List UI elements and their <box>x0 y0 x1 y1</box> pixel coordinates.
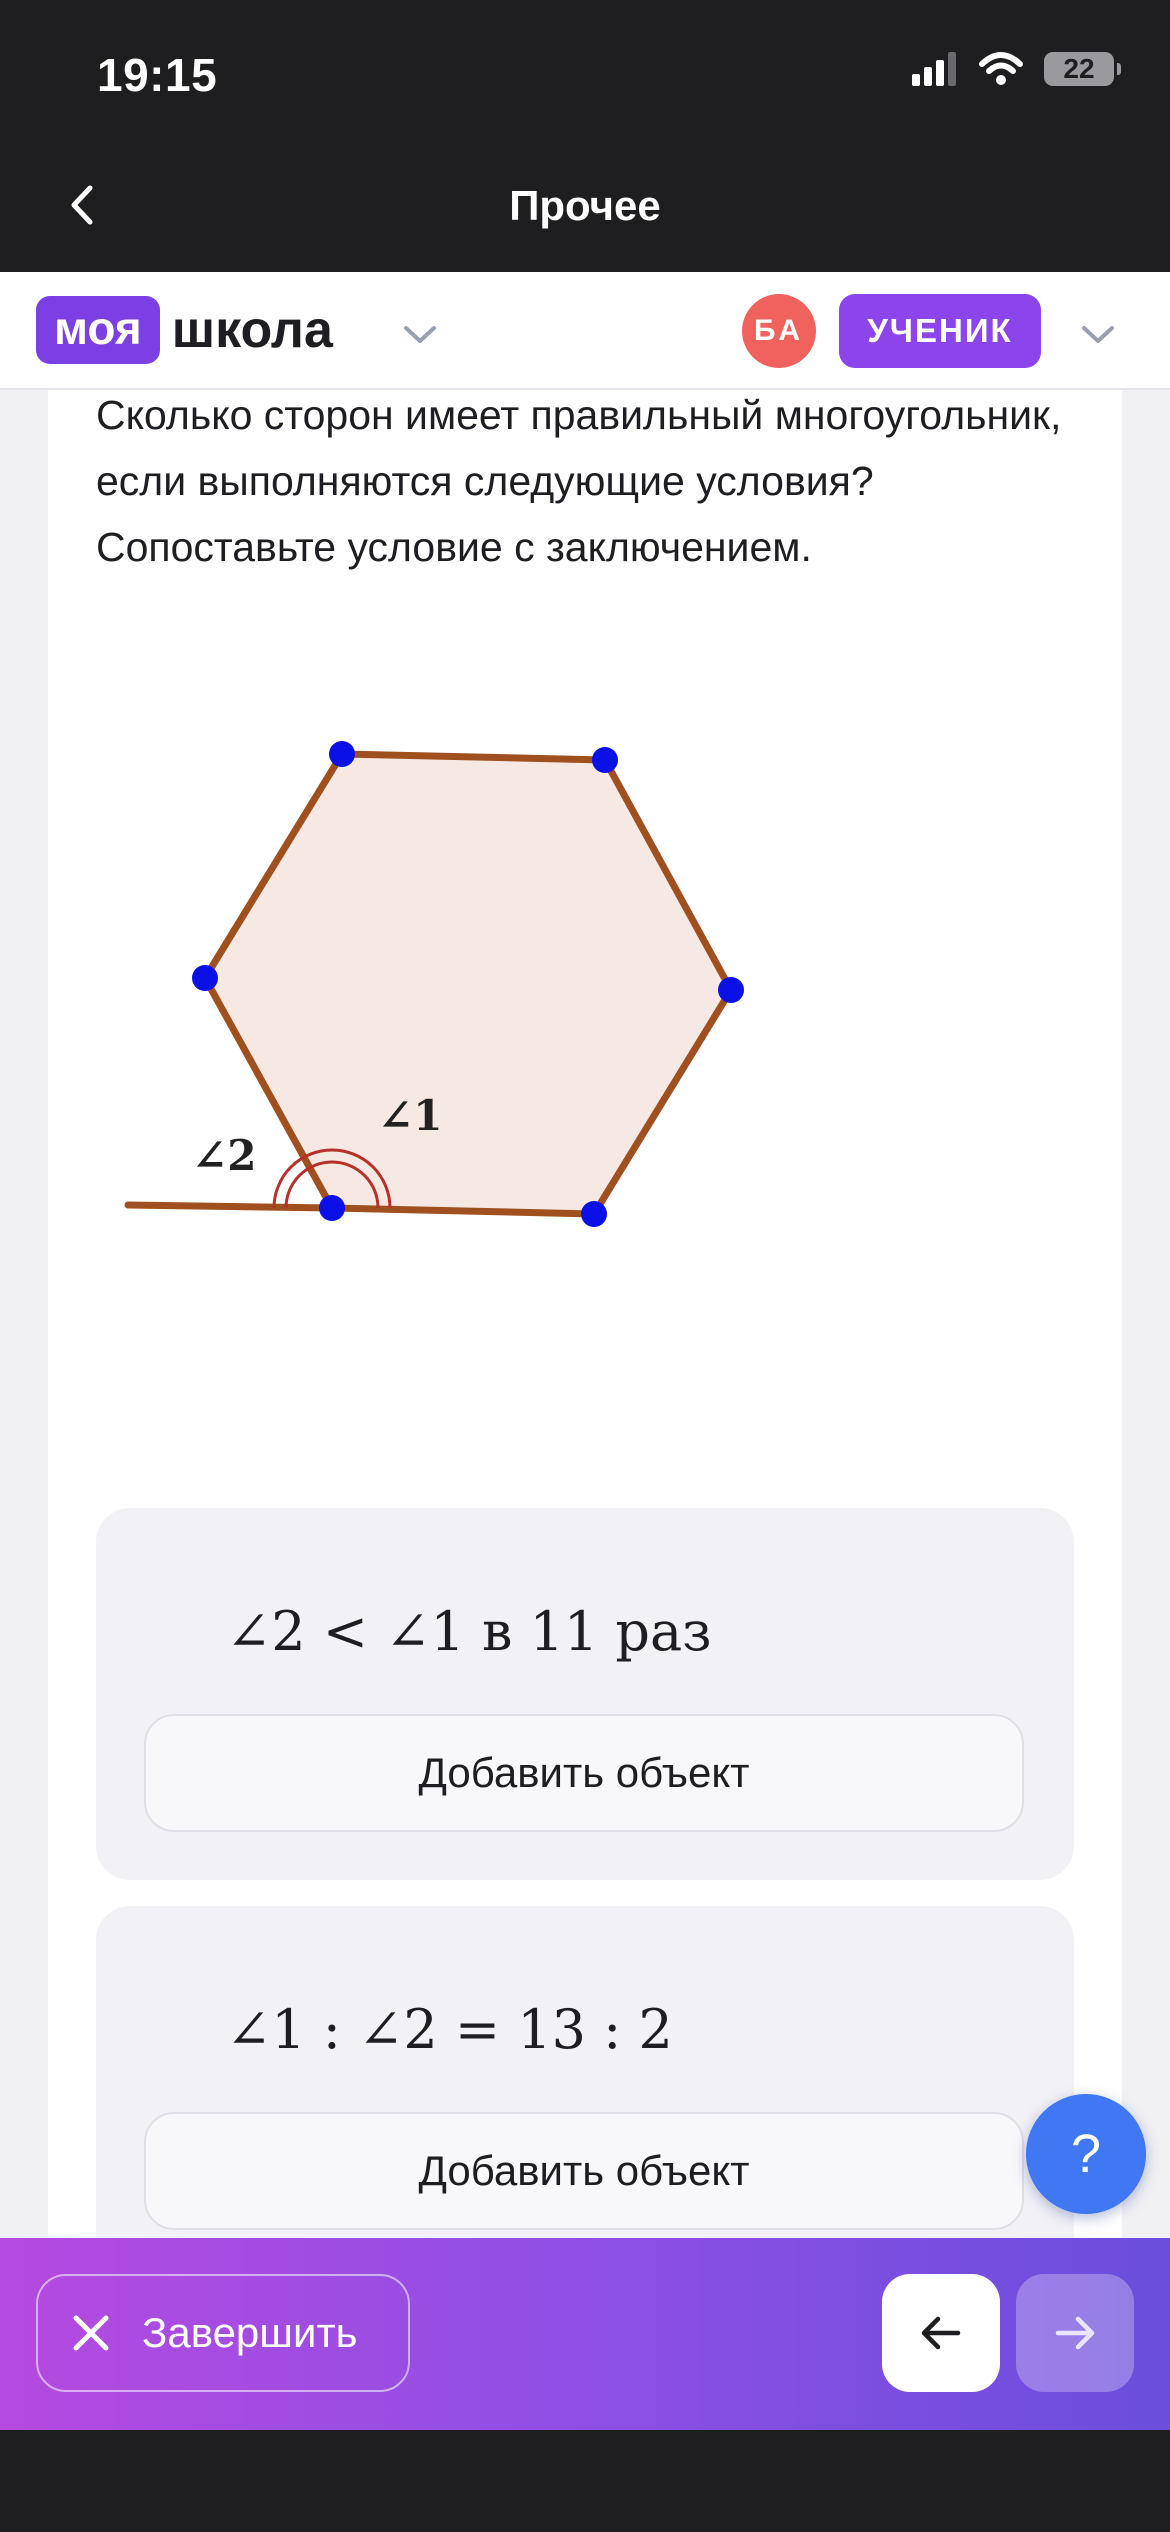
status-icons: 22 <box>912 52 1121 86</box>
help-button[interactable]: ? <box>1026 2094 1146 2214</box>
question-text: Сколько сторон имеет правильный многоуго… <box>96 392 1062 570</box>
chevron-down-icon[interactable] <box>400 314 440 354</box>
nav-bar: Прочее <box>0 140 1170 272</box>
wifi-icon <box>979 52 1023 85</box>
logo[interactable]: моя школа <box>36 296 333 364</box>
next-button[interactable] <box>1016 2274 1134 2392</box>
angle2-label: ∠2 <box>192 1131 256 1180</box>
battery-icon: 22 <box>1044 52 1121 86</box>
hexagon-shape <box>201 750 735 1218</box>
home-indicator-area <box>0 2430 1170 2532</box>
logo-badge: моя <box>36 296 160 364</box>
avatar[interactable]: БА <box>742 294 816 368</box>
vertex-point <box>592 747 618 773</box>
chevron-down-icon[interactable] <box>1078 314 1118 354</box>
vertex-point <box>319 1195 345 1221</box>
nav-title: Прочее <box>509 182 661 229</box>
hexagon-figure: ∠2 ∠1 <box>124 741 744 1227</box>
arrow-right-icon <box>1055 2316 1095 2350</box>
vertex-point <box>192 965 218 991</box>
role-badge[interactable]: УЧЕНИК <box>839 294 1041 368</box>
cellular-signal-icon <box>912 52 956 86</box>
status-time: 19:15 <box>97 49 218 101</box>
status-bar: 19:15 22 <box>0 0 1170 140</box>
match-condition: ∠2 < ∠1 в 11 раз <box>226 1600 712 1663</box>
previous-button[interactable] <box>882 2274 1000 2392</box>
add-object-button[interactable]: Добавить объект <box>144 2112 1024 2230</box>
close-icon <box>73 2315 109 2351</box>
add-object-button[interactable]: Добавить объект <box>144 1714 1024 1832</box>
vertex-point <box>718 977 744 1003</box>
angle1-label: ∠1 <box>378 1091 442 1140</box>
bottom-bar: Завершить <box>0 2238 1170 2430</box>
logo-text: школа <box>171 301 333 359</box>
match-condition: ∠1 : ∠2 = 13 : 2 <box>226 1998 673 2061</box>
finish-label: Завершить <box>142 2309 358 2356</box>
arrow-left-icon <box>921 2316 961 2350</box>
vertex-point <box>581 1201 607 1227</box>
vertex-point <box>329 741 355 767</box>
match-item: ∠2 < ∠1 в 11 раз Добавить объект <box>96 1508 1074 1880</box>
app-header: моя школа БА УЧЕНИК <box>0 272 1170 390</box>
extension-line <box>124 1201 336 1212</box>
finish-button[interactable]: Завершить <box>36 2274 410 2392</box>
